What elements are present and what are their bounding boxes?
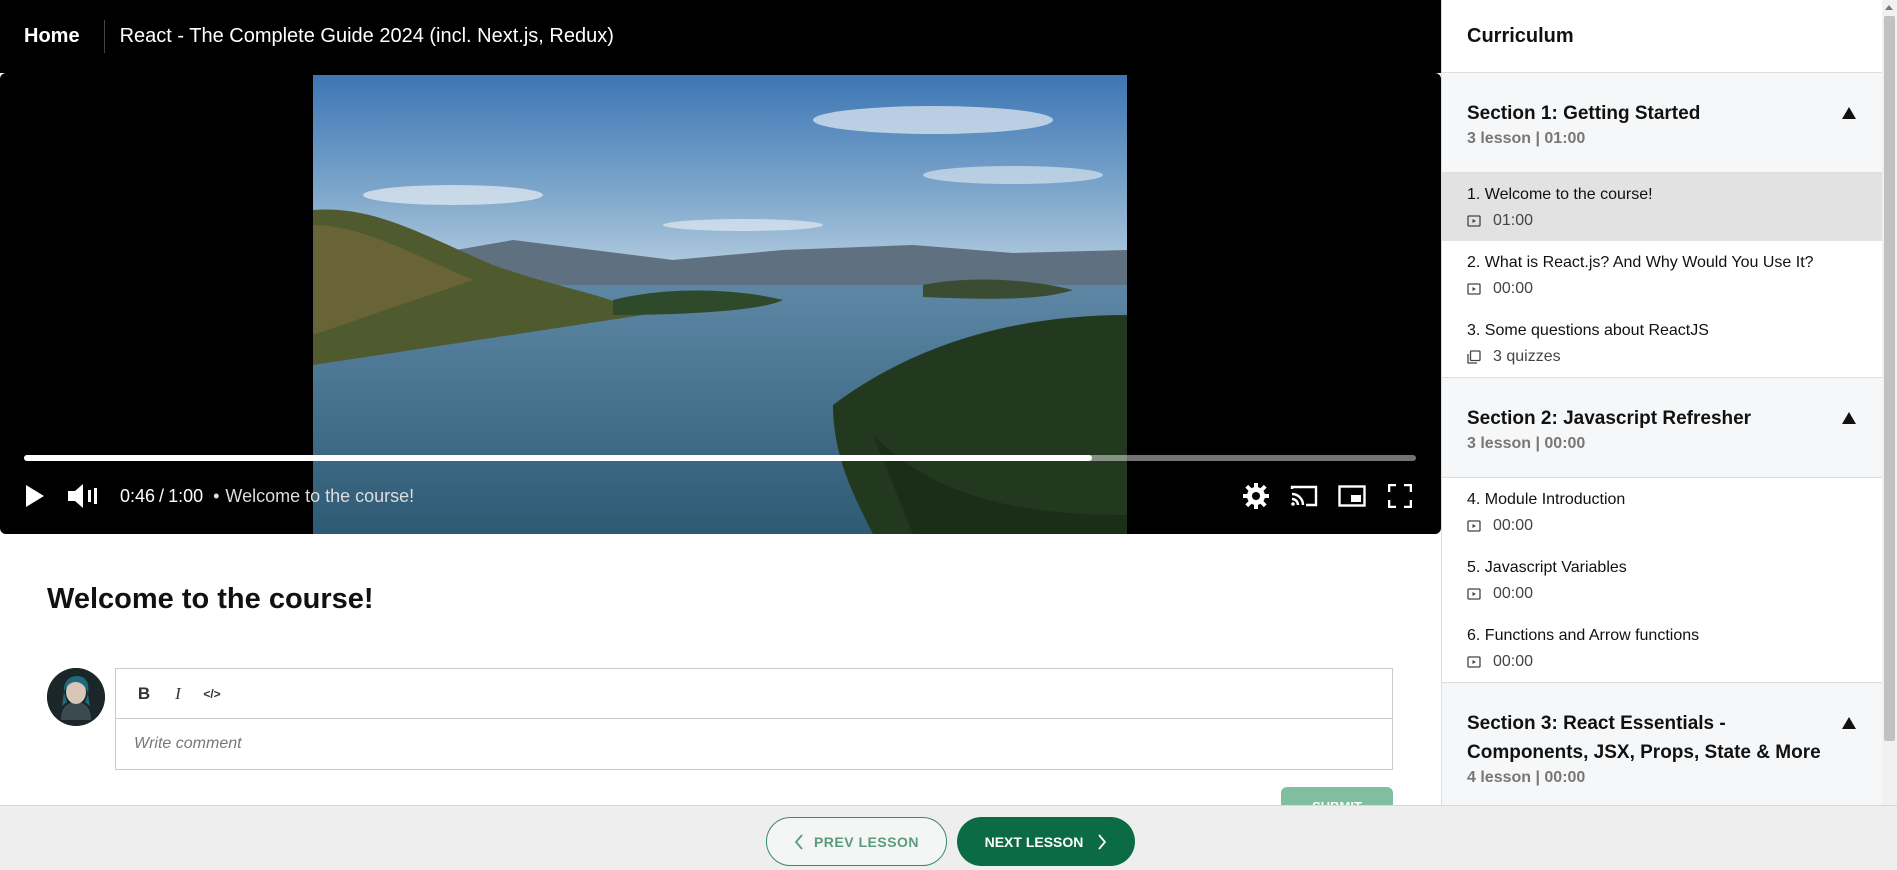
curriculum-title: Curriculum — [1442, 0, 1882, 73]
prev-lesson-button[interactable]: PREV LESSON — [766, 817, 947, 866]
video-icon — [1467, 588, 1481, 600]
player-right-controls — [1239, 479, 1417, 513]
lesson-item-4[interactable]: 4. Module Introduction 00:00 — [1442, 478, 1882, 546]
course-title: React - The Complete Guide 2024 (incl. N… — [119, 25, 614, 47]
section-header-3[interactable]: Section 3: React Essentials - Components… — [1442, 682, 1882, 805]
cast-icon[interactable] — [1287, 479, 1321, 513]
video-icon — [1467, 215, 1481, 227]
home-link[interactable]: Home — [24, 20, 105, 53]
lesson-item-5[interactable]: 5. Javascript Variables 00:00 — [1442, 546, 1882, 614]
section-meta: 3 lesson | 00:00 — [1467, 435, 1586, 452]
picture-in-picture-icon[interactable] — [1335, 479, 1369, 513]
lesson-meta: 00:00 — [1467, 280, 1857, 298]
quiz-icon — [1467, 350, 1481, 364]
section-meta: 4 lesson | 00:00 — [1467, 769, 1586, 786]
next-lesson-label: NEXT LESSON — [984, 833, 1084, 850]
editor-toolbar: B I </> — [116, 669, 1392, 719]
comment-editor: B I </> Write comment — [115, 668, 1393, 770]
lesson-item-2[interactable]: 2. What is React.js? And Why Would You U… — [1442, 241, 1882, 309]
section-meta: 3 lesson | 01:00 — [1467, 130, 1586, 147]
video-player[interactable]: 0:46/1:00 • Welcome to the course! — [0, 73, 1441, 534]
collapse-caret-icon[interactable] — [1842, 717, 1856, 729]
lesson-duration: 00:00 — [1493, 653, 1534, 670]
lesson-item-3[interactable]: 3. Some questions about ReactJS 3 quizze… — [1442, 309, 1882, 377]
section-title: Section 1: Getting Started — [1467, 103, 1701, 124]
chapter-label: • Welcome to the course! — [213, 486, 414, 507]
code-button[interactable]: </> — [202, 687, 222, 701]
chevron-left-icon — [794, 833, 803, 850]
sidebar-scrollbar[interactable] — [1882, 0, 1897, 805]
lesson-title: Welcome to the course! — [47, 583, 374, 615]
player-controls: 0:46/1:00 • Welcome to the course! — [0, 473, 1441, 519]
lesson-quiz-count: 3 quizzes — [1493, 348, 1561, 365]
lesson-name: 2. What is React.js? And Why Would You U… — [1467, 254, 1814, 271]
next-lesson-button[interactable]: NEXT LESSON — [957, 817, 1135, 866]
section-header-2[interactable]: Section 2: Javascript Refresher 3 lesson… — [1442, 377, 1882, 478]
prev-lesson-label: PREV LESSON — [813, 833, 920, 850]
settings-gear-icon[interactable] — [1239, 479, 1273, 513]
fullscreen-icon[interactable] — [1383, 479, 1417, 513]
chapter-dot: • — [213, 485, 220, 506]
lesson-meta: 01:00 — [1467, 212, 1857, 230]
lesson-item-6[interactable]: 6. Functions and Arrow functions 00:00 — [1442, 614, 1882, 682]
lesson-duration: 00:00 — [1493, 585, 1534, 602]
lesson-meta: 3 quizzes — [1467, 348, 1857, 366]
collapse-caret-icon[interactable] — [1842, 107, 1856, 119]
user-avatar — [47, 668, 105, 726]
progress-played — [24, 455, 1092, 461]
video-icon — [1467, 656, 1481, 668]
volume-muted-icon[interactable] — [66, 479, 100, 513]
current-time: 0:46 — [120, 485, 156, 506]
video-frame — [313, 75, 1127, 534]
italic-button[interactable]: I — [168, 684, 188, 704]
lesson-navigation-footer: PREV LESSON NEXT LESSON — [0, 805, 1897, 870]
video-icon — [1467, 520, 1481, 532]
video-icon — [1467, 283, 1481, 295]
time-separator: / — [159, 485, 165, 506]
comment-input[interactable]: Write comment — [116, 719, 1392, 769]
lesson-duration: 01:00 — [1493, 212, 1534, 229]
scrollbar-thumb[interactable] — [1884, 16, 1895, 741]
lesson-name: 6. Functions and Arrow functions — [1467, 627, 1700, 644]
lesson-item-1[interactable]: 1. Welcome to the course! 01:00 — [1442, 173, 1882, 241]
lesson-duration: 00:00 — [1493, 280, 1534, 297]
section-title: Section 3: React Essentials - Components… — [1467, 713, 1821, 763]
time-display: 0:46/1:00 — [120, 486, 203, 507]
lesson-meta: 00:00 — [1467, 517, 1857, 535]
top-bar: Home React - The Complete Guide 2024 (in… — [0, 0, 1441, 73]
bold-button[interactable]: B — [134, 684, 154, 704]
section-header-1[interactable]: Section 1: Getting Started 3 lesson | 01… — [1442, 73, 1882, 173]
progress-bar[interactable] — [24, 455, 1416, 461]
collapse-caret-icon[interactable] — [1842, 412, 1856, 424]
lesson-meta: 00:00 — [1467, 653, 1857, 671]
scroll-up-arrow-icon[interactable] — [1885, 5, 1893, 10]
lesson-meta: 00:00 — [1467, 585, 1857, 603]
chevron-right-icon — [1098, 833, 1107, 850]
lesson-duration: 00:00 — [1493, 517, 1534, 534]
curriculum-sidebar: Curriculum Section 1: Getting Started 3 … — [1441, 0, 1882, 805]
duration: 1:00 — [168, 485, 204, 506]
lesson-name: 4. Module Introduction — [1467, 491, 1626, 508]
lesson-name: 5. Javascript Variables — [1467, 559, 1627, 576]
lesson-name: 3. Some questions about ReactJS — [1467, 322, 1709, 339]
section-title: Section 2: Javascript Refresher — [1467, 408, 1752, 429]
chapter-title: Welcome to the course! — [225, 485, 415, 506]
lesson-name: 1. Welcome to the course! — [1467, 186, 1653, 203]
play-icon[interactable] — [18, 479, 52, 513]
